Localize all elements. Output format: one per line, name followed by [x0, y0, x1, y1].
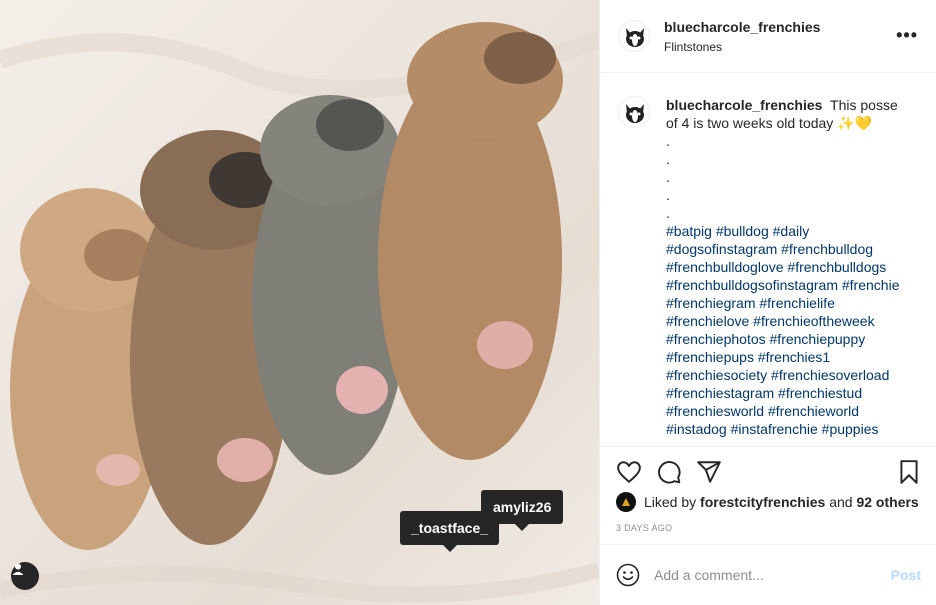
more-options-icon[interactable]: ••• [896, 26, 918, 44]
likes-summary: Liked by forestcityfrenchies and 92 othe… [616, 492, 919, 512]
hashtag-line[interactable]: #instadog #instafrenchie #puppies [666, 420, 906, 438]
post-caption: bluecharcole_frenchies This posse of 4 i… [618, 96, 933, 438]
hashtag-line[interactable]: #frenchiegram #frenchielife [666, 294, 906, 312]
caption-body: bluecharcole_frenchies This posse of 4 i… [666, 96, 906, 438]
heart-icon[interactable] [616, 459, 642, 485]
avatar[interactable] [618, 20, 650, 52]
likes-prefix: Liked by [644, 494, 697, 510]
hashtag-line[interactable]: #frenchiepups #frenchies1 [666, 348, 906, 366]
hashtag-list: #batpig #bulldog #daily #dogsofinstagram… [666, 222, 906, 438]
share-icon[interactable] [696, 459, 722, 485]
caption-dot: . [666, 151, 670, 167]
comment-input[interactable] [654, 567, 891, 583]
post-timestamp[interactable]: 3 DAYS AGO [616, 523, 672, 533]
caption-dot: . [666, 205, 670, 221]
likes-others[interactable]: 92 others [856, 494, 918, 510]
caption-avatar[interactable] [618, 96, 650, 128]
bookmark-icon[interactable] [896, 459, 922, 485]
emoji-icon[interactable] [616, 563, 640, 587]
caption-dot: . [666, 169, 670, 185]
post-header: bluecharcole_frenchies Flintstones ••• [600, 0, 936, 73]
hashtag-line[interactable]: #frenchiesworld #frenchieworld [666, 402, 906, 420]
liker-username[interactable]: forestcityfrenchies [700, 494, 825, 510]
hashtag-line[interactable]: #frenchiestagram #frenchiestud [666, 384, 906, 402]
post-photo[interactable]: _toastface_ amyliz26 [0, 0, 599, 605]
post-sidebar: bluecharcole_frenchies Flintstones ••• b… [599, 0, 936, 605]
comment-form: Post [600, 544, 936, 605]
comment-icon[interactable] [656, 459, 682, 485]
post-location[interactable]: Flintstones [664, 40, 820, 54]
caption-dot: . [666, 133, 670, 149]
hashtag-line[interactable]: #frenchbulldogsofinstagram #frenchie [666, 276, 906, 294]
hashtag-line[interactable]: #dogsofinstagram #frenchbulldog [666, 240, 906, 258]
post-actions [600, 446, 936, 494]
caption-username[interactable]: bluecharcole_frenchies [666, 97, 822, 113]
hashtag-line[interactable]: #frenchiephotos #frenchiepuppy [666, 330, 906, 348]
hashtag-line[interactable]: #frenchielove #frenchieoftheweek [666, 312, 906, 330]
likes-connector: and [829, 494, 853, 510]
hashtag-line[interactable]: #frenchbulldoglove #frenchbulldogs [666, 258, 906, 276]
hashtag-line[interactable]: #batpig #bulldog #daily [666, 222, 906, 240]
photo-tag-amyliz26[interactable]: amyliz26 [481, 490, 564, 531]
post-comment-button[interactable]: Post [891, 567, 921, 583]
liker-avatar[interactable] [616, 492, 636, 512]
post-username[interactable]: bluecharcole_frenchies [664, 19, 820, 35]
hashtag-line[interactable]: #frenchiesociety #frenchiesoverload [666, 366, 906, 384]
user-tags-icon[interactable] [11, 562, 39, 590]
caption-dot: . [666, 187, 670, 203]
